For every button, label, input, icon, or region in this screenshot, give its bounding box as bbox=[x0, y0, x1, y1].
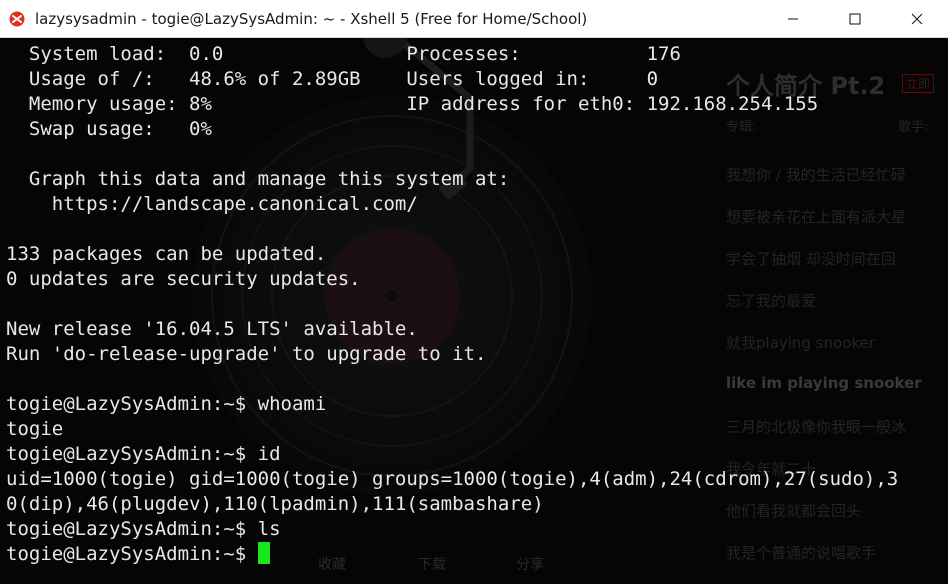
terminal-line: Run 'do-release-upgrade' to upgrade to i… bbox=[6, 342, 946, 367]
terminal-line: Swap usage: 0% bbox=[6, 117, 946, 142]
terminal-line-text: uid=1000(togie) gid=1000(togie) groups=1… bbox=[6, 468, 899, 490]
terminal-line-text: Run 'do-release-upgrade' to upgrade to i… bbox=[6, 343, 487, 365]
terminal-line: 133 packages can be updated. bbox=[6, 242, 946, 267]
terminal-line-text: 0 updates are security updates. bbox=[6, 268, 361, 290]
terminal-line-text: Memory usage: 8% IP address for eth0: 19… bbox=[6, 93, 819, 115]
terminal-line-text: togie@LazySysAdmin:~$ ls bbox=[6, 518, 281, 540]
terminal-line-text: https://landscape.canonical.com/ bbox=[6, 193, 418, 215]
terminal-line: togie bbox=[6, 417, 946, 442]
terminal-line-text: togie@LazySysAdmin:~$ whoami bbox=[6, 393, 327, 415]
terminal-line: New release '16.04.5 LTS' available. bbox=[6, 317, 946, 342]
window-controls bbox=[762, 0, 948, 38]
terminal-line-text: New release '16.04.5 LTS' available. bbox=[6, 318, 418, 340]
close-icon bbox=[911, 13, 923, 25]
terminal-line-text: Graph this data and manage this system a… bbox=[6, 168, 510, 190]
maximize-icon bbox=[849, 13, 861, 25]
terminal-line: System load: 0.0 Processes: 176 bbox=[6, 42, 946, 67]
terminal-line-text: System load: 0.0 Processes: 176 bbox=[6, 43, 681, 65]
terminal-line: Graph this data and manage this system a… bbox=[6, 167, 946, 192]
terminal-line: togie@LazySysAdmin:~$ ls bbox=[6, 517, 946, 542]
title-bar[interactable]: lazysysadmin - togie@LazySysAdmin: ~ - X… bbox=[0, 0, 948, 38]
terminal-line: 0(dip),46(plugdev),110(lpadmin),111(samb… bbox=[6, 492, 946, 517]
terminal-line: togie@LazySysAdmin:~$ id bbox=[6, 442, 946, 467]
terminal-line-text: Swap usage: 0% bbox=[6, 118, 212, 140]
terminal-line-text: Usage of /: 48.6% of 2.89GB Users logged… bbox=[6, 68, 659, 90]
xshell-window: lazysysadmin - togie@LazySysAdmin: ~ - X… bbox=[0, 0, 948, 584]
minimize-icon bbox=[787, 13, 799, 25]
terminal-line: uid=1000(togie) gid=1000(togie) groups=1… bbox=[6, 467, 946, 492]
xshell-app-icon[interactable] bbox=[7, 9, 27, 29]
terminal-line: https://landscape.canonical.com/ bbox=[6, 192, 946, 217]
terminal-line: Memory usage: 8% IP address for eth0: 19… bbox=[6, 92, 946, 117]
minimize-button[interactable] bbox=[762, 0, 824, 38]
window-title: lazysysadmin - togie@LazySysAdmin: ~ - X… bbox=[35, 9, 588, 28]
terminal-cursor bbox=[257, 542, 270, 564]
terminal-line: togie@LazySysAdmin:~$ whoami bbox=[6, 392, 946, 417]
terminal-line-text: togie@LazySysAdmin:~$ bbox=[6, 543, 258, 565]
terminal-line-text: togie@LazySysAdmin:~$ id bbox=[6, 443, 281, 465]
maximize-button[interactable] bbox=[824, 0, 886, 38]
terminal-line-text: 0(dip),46(plugdev),110(lpadmin),111(samb… bbox=[6, 493, 544, 515]
terminal-area[interactable]: 个人简介 Pt.2 立即 专辑: 歌手: 我想你 / 我的生活已经忙碌 想要被亲花… bbox=[0, 38, 948, 584]
terminal-line-text: 133 packages can be updated. bbox=[6, 243, 327, 265]
terminal-line: Usage of /: 48.6% of 2.89GB Users logged… bbox=[6, 67, 946, 92]
terminal-output: System load: 0.0 Processes: 176 Usage of… bbox=[6, 42, 946, 567]
close-button[interactable] bbox=[886, 0, 948, 38]
terminal-line: 0 updates are security updates. bbox=[6, 267, 946, 292]
terminal-line-text: togie bbox=[6, 418, 64, 440]
terminal-prompt-line: togie@LazySysAdmin:~$ bbox=[6, 542, 946, 567]
